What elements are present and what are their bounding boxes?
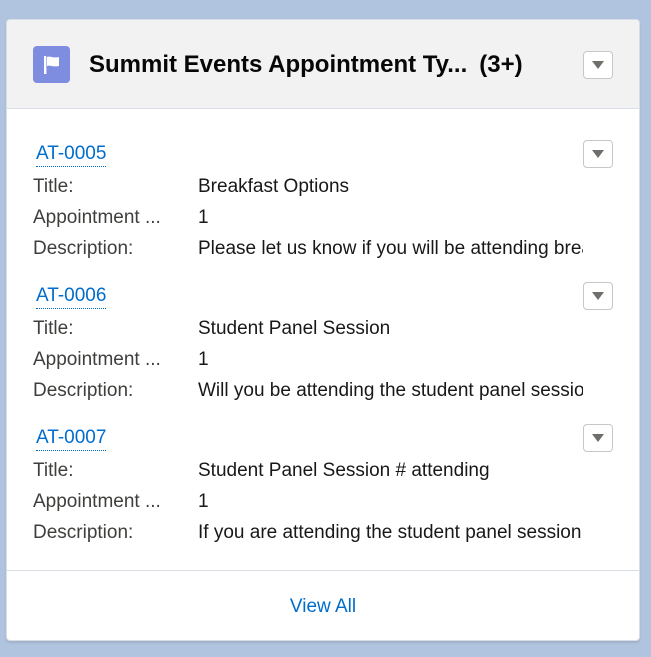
field-value: If you are attending the student panel s… bbox=[198, 522, 582, 543]
chevron-down-icon bbox=[592, 292, 604, 300]
field-label: Title: bbox=[33, 176, 74, 197]
field-row-description: Description: Please let us know if you w… bbox=[33, 237, 593, 261]
field-value: 1 bbox=[198, 207, 209, 228]
field-label: Appointment ... bbox=[33, 349, 161, 370]
record-actions-button[interactable] bbox=[583, 282, 613, 310]
field-label: Description: bbox=[33, 380, 134, 401]
field-row-appointment: Appointment ... 1 bbox=[33, 490, 593, 514]
card-footer: View All bbox=[7, 570, 639, 640]
record-count: (3+) bbox=[479, 51, 523, 78]
field-value: Breakfast Options bbox=[198, 176, 350, 197]
view-all-link[interactable]: View All bbox=[290, 595, 356, 619]
card-header: Summit Events Appointment Ty... (3+) bbox=[7, 20, 639, 109]
card-title-text[interactable]: Summit Events Appointment Ty... bbox=[89, 51, 467, 78]
record-actions-button[interactable] bbox=[583, 424, 613, 452]
field-value: Student Panel Session # attending bbox=[198, 460, 490, 481]
list-item: AT-0005 Title: Breakfast Options Appoint… bbox=[7, 140, 639, 282]
field-row-description: Description: Will you be attending the s… bbox=[33, 379, 593, 403]
chevron-down-icon bbox=[592, 434, 604, 442]
field-row-title: Title: Student Panel Session bbox=[33, 317, 593, 341]
field-value: Student Panel Session bbox=[198, 318, 391, 339]
related-list-card: Summit Events Appointment Ty... (3+) AT-0… bbox=[6, 19, 640, 641]
field-value: 1 bbox=[198, 349, 209, 370]
record-link[interactable]: AT-0005 bbox=[36, 142, 107, 167]
card-title[interactable]: Summit Events Appointment Ty... (3+) bbox=[89, 48, 523, 82]
flag-icon bbox=[33, 46, 70, 83]
field-label: Appointment ... bbox=[33, 491, 161, 512]
chevron-down-icon bbox=[592, 150, 604, 158]
list-item: AT-0006 Title: Student Panel Session App… bbox=[7, 282, 639, 424]
record-actions-button[interactable] bbox=[583, 140, 613, 168]
field-label: Description: bbox=[33, 522, 134, 543]
field-row-appointment: Appointment ... 1 bbox=[33, 348, 593, 372]
record-link[interactable]: AT-0006 bbox=[36, 284, 107, 309]
field-value: 1 bbox=[198, 491, 209, 512]
list-item: AT-0007 Title: Student Panel Session # a… bbox=[7, 424, 639, 566]
field-value: Will you be attending the student panel … bbox=[198, 380, 583, 401]
field-value: Please let us know if you will be attend… bbox=[198, 238, 583, 259]
chevron-down-icon bbox=[592, 61, 604, 69]
field-label: Title: bbox=[33, 460, 74, 481]
field-row-appointment: Appointment ... 1 bbox=[33, 206, 593, 230]
field-row-title: Title: Breakfast Options bbox=[33, 175, 593, 199]
card-actions-button[interactable] bbox=[583, 51, 613, 79]
field-row-title: Title: Student Panel Session # attending bbox=[33, 459, 593, 483]
field-row-description: Description: If you are attending the st… bbox=[33, 521, 593, 545]
record-link[interactable]: AT-0007 bbox=[36, 426, 107, 451]
field-label: Appointment ... bbox=[33, 207, 161, 228]
field-label: Description: bbox=[33, 238, 134, 259]
field-label: Title: bbox=[33, 318, 74, 339]
